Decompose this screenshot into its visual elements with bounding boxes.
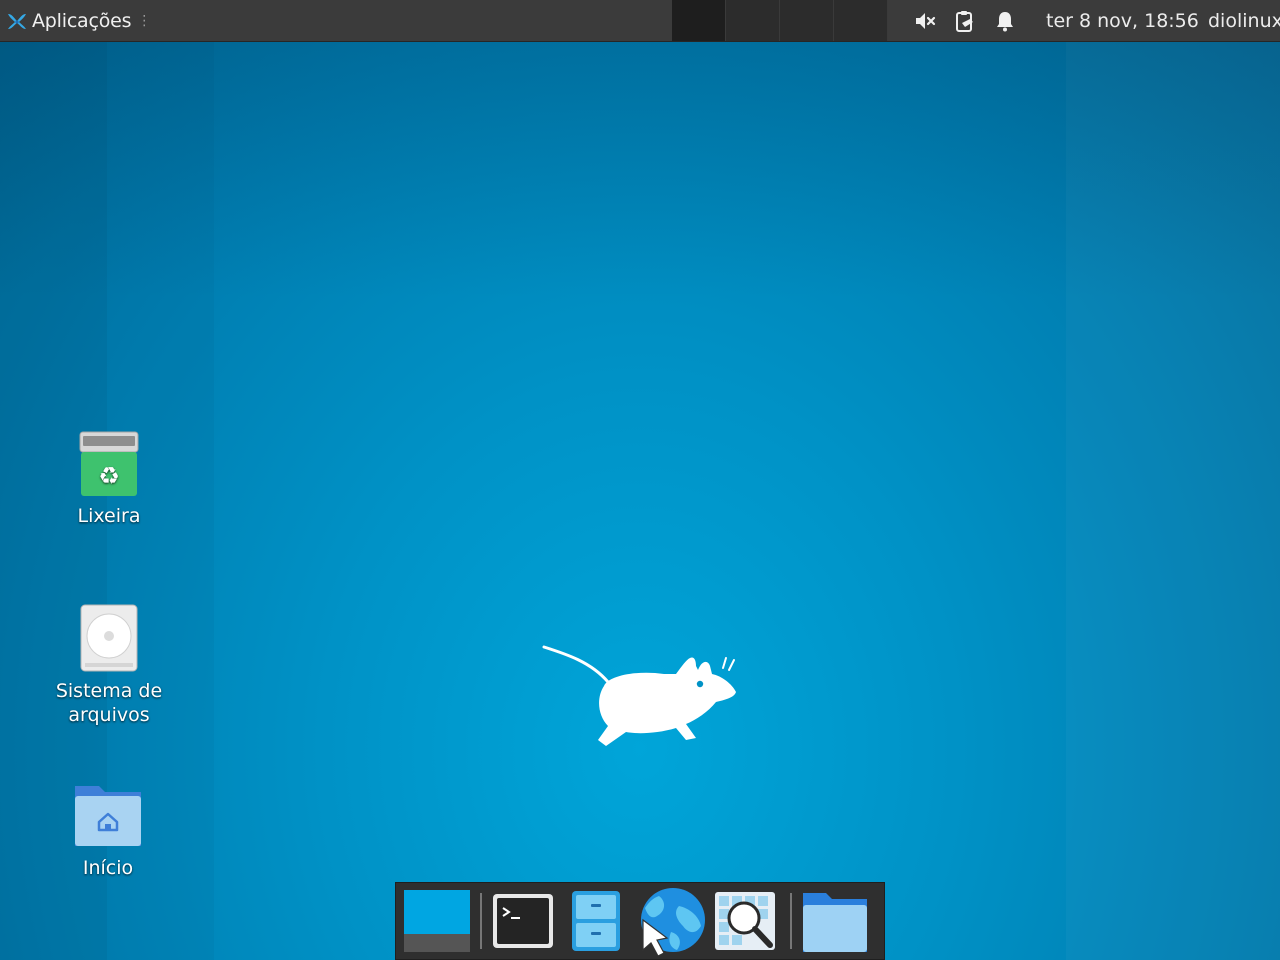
show-desktop-icon xyxy=(404,890,470,952)
dock-separator xyxy=(790,893,792,949)
clipboard-icon xyxy=(956,10,973,32)
desktop-icon-label: Sistema de arquivos xyxy=(55,680,163,726)
panel-clock[interactable]: ter 8 nov, 18:56 xyxy=(1046,0,1199,41)
user-menu[interactable]: diolinux xyxy=(1208,0,1280,41)
dock-file-manager-button[interactable] xyxy=(556,885,636,957)
dock-terminal-button[interactable] xyxy=(490,885,556,957)
wallpaper-shade xyxy=(0,0,1280,300)
volume-muted-icon xyxy=(916,12,936,29)
desktop-icon-filesystem[interactable]: Sistema de arquivos xyxy=(29,603,189,727)
xfce-logo-icon xyxy=(8,13,26,29)
desktop[interactable]: ♻ Lixeira Sistema de arquivos Início xyxy=(0,0,1280,960)
workspace-4[interactable] xyxy=(834,0,888,41)
folder-icon xyxy=(803,893,867,952)
workspace-1[interactable] xyxy=(672,0,726,41)
applications-menu-button[interactable]: Aplicações ⋮ xyxy=(0,0,157,41)
volume-button[interactable] xyxy=(905,0,945,41)
dock-home-folder-button[interactable] xyxy=(800,885,870,957)
notification-bell-icon xyxy=(997,11,1013,31)
top-panel: Aplicações ⋮ ter 8 nov, 18:56 diolinux xyxy=(0,0,1280,42)
trash-icon: ♻ xyxy=(79,431,139,496)
dock-app-finder-button[interactable] xyxy=(708,885,782,957)
notifications-button[interactable] xyxy=(985,0,1025,41)
workspace-switcher[interactable] xyxy=(672,0,888,41)
dock-show-desktop-button[interactable] xyxy=(402,885,472,957)
svg-text:♻: ♻ xyxy=(98,462,120,490)
web-browser-icon xyxy=(641,888,705,956)
dock-separator xyxy=(480,893,482,949)
dock xyxy=(395,882,885,960)
home-folder-icon xyxy=(75,786,141,846)
desktop-icon-trash[interactable]: ♻ Lixeira xyxy=(29,430,189,528)
workspace-2[interactable] xyxy=(726,0,780,41)
desktop-icon-label: Lixeira xyxy=(77,505,141,527)
desktop-icon-label: Início xyxy=(82,857,134,879)
applications-menu-label: Aplicações xyxy=(32,9,132,32)
workspace-3[interactable] xyxy=(780,0,834,41)
panel-handle-icon: ⋮ xyxy=(137,12,152,29)
clipboard-button[interactable] xyxy=(945,0,985,41)
dock-web-browser-button[interactable] xyxy=(636,885,708,957)
xfce-mouse-icon xyxy=(542,645,736,746)
drive-icon xyxy=(80,604,138,672)
system-tray xyxy=(905,0,1025,41)
desktop-icon-home[interactable]: Início xyxy=(28,778,188,880)
terminal-icon xyxy=(493,894,553,948)
file-cabinet-icon xyxy=(572,891,620,951)
app-finder-icon xyxy=(715,892,775,950)
